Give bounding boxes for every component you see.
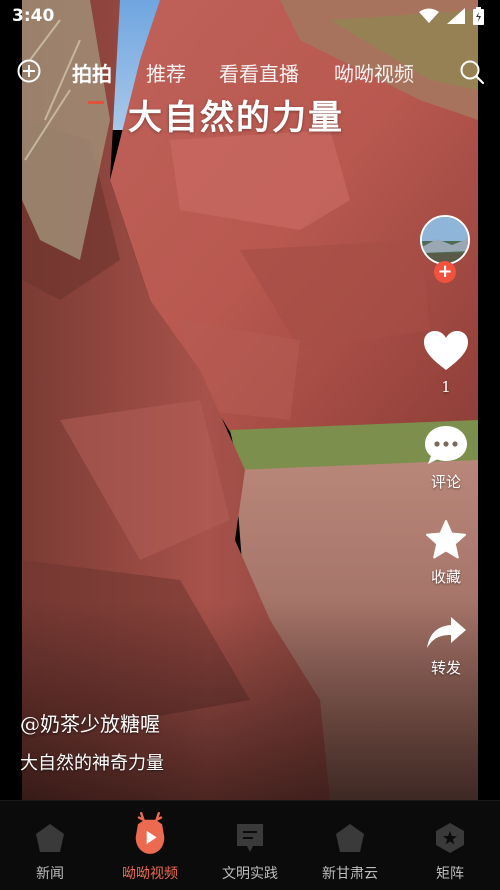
nav-item-civilization[interactable]: 文明实践 [200,801,300,890]
follow-button[interactable]: + [434,261,456,283]
bottom-nav: 新闻 呦呦视频 文明实践 新甘肃云 矩阵 [0,800,500,890]
comment-label: 评论 [430,473,461,491]
heart-icon [424,331,468,370]
nav-item-matrix[interactable]: 矩阵 [400,801,500,890]
tab-live[interactable]: 看看直播 [219,58,299,87]
author-name[interactable]: @奶茶少放糖喔 [20,708,160,737]
favorite-label: 收藏 [430,568,461,586]
tab-recommend[interactable]: 推荐 [146,58,186,87]
status-bar: 3:40 [0,0,500,34]
nav-label-matrix: 矩阵 [436,866,464,882]
share-button[interactable]: 转发 [420,615,472,678]
document-icon [237,824,263,852]
pentagon-icon [336,824,364,852]
author-avatar[interactable] [420,215,470,265]
favorite-button[interactable]: 收藏 [420,520,472,587]
nav-item-gansu-cloud[interactable]: 新甘肃云 [300,801,400,890]
video-title-overlay: 大自然的力量 [128,98,344,138]
like-button[interactable]: 1 [420,330,472,396]
status-time: 3:40 [12,6,55,26]
share-label: 转发 [430,659,461,677]
star-icon [426,520,466,559]
nav-label-gansu-cloud: 新甘肃云 [322,866,378,882]
add-icon[interactable] [17,59,41,83]
status-icons [419,7,484,25]
tab-youyou-video[interactable]: 呦呦视频 [334,58,414,87]
pentagon-icon [36,824,64,852]
wifi-icon [419,8,439,23]
nav-item-news[interactable]: 新闻 [0,801,100,890]
nav-item-youyou-video[interactable]: 呦呦视频 [100,801,200,890]
nav-label-civilization: 文明实践 [222,866,278,882]
title-accent-mark [88,101,104,104]
signal-icon [447,8,465,24]
tab-paipai[interactable]: 拍拍 [72,58,112,87]
hexagon-star-icon [436,823,464,853]
share-arrow-icon [427,617,466,648]
comment-button[interactable]: 评论 [420,425,472,492]
search-icon[interactable] [459,59,485,85]
top-nav: 拍拍 推荐 看看直播 呦呦视频 [0,55,500,89]
deer-play-icon [135,811,165,854]
nav-label-youyou-video: 呦呦视频 [122,866,178,882]
battery-icon [473,7,484,25]
nav-label-news: 新闻 [36,866,64,882]
comment-icon [425,426,467,464]
like-count: 1 [441,378,451,396]
video-description: 大自然的神奇力量 [20,753,164,774]
